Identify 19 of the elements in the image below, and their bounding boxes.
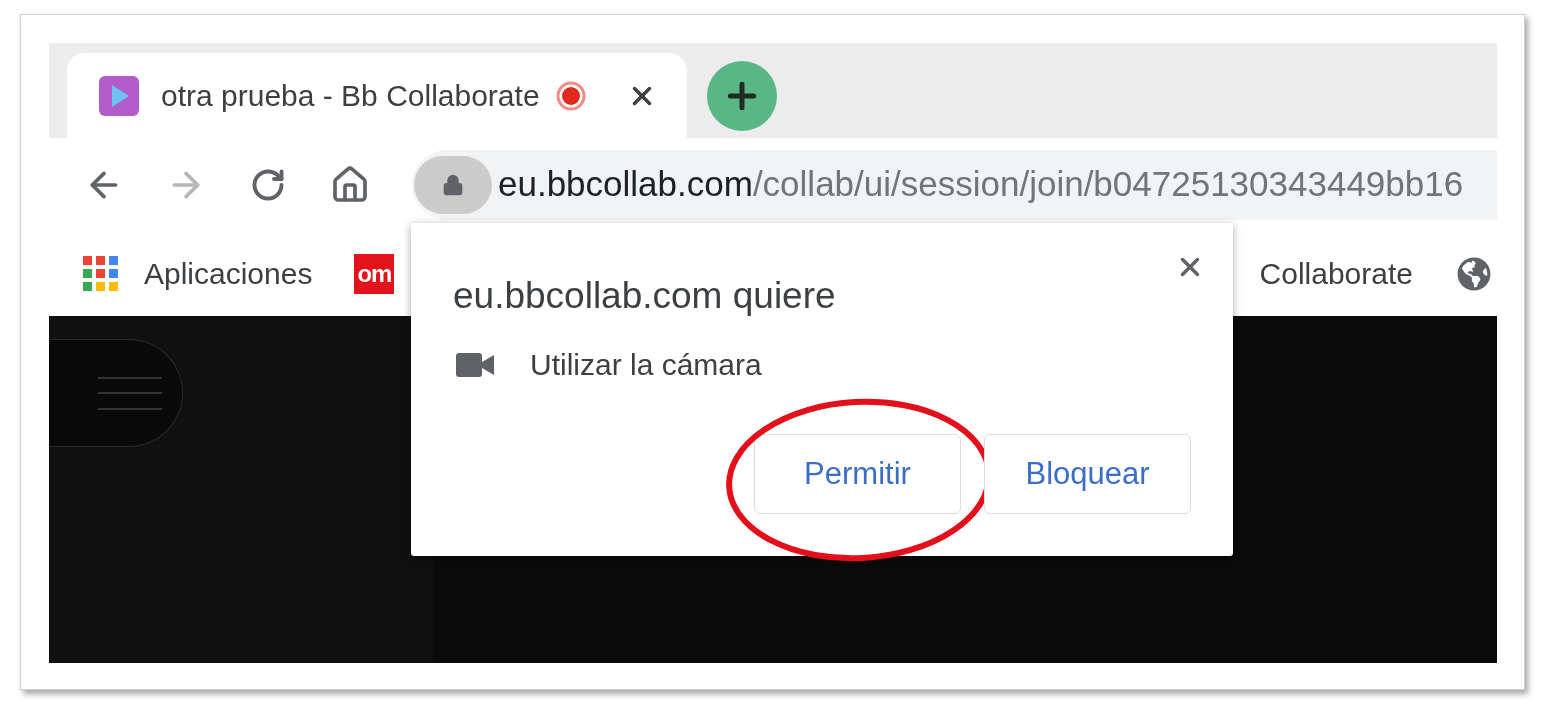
permission-label: Utilizar la cámara bbox=[530, 348, 762, 382]
menu-icon bbox=[98, 376, 162, 410]
dialog-button[interactable]: Bloquear bbox=[984, 434, 1191, 514]
play-favicon-icon bbox=[99, 75, 139, 116]
globe-icon bbox=[1457, 256, 1491, 291]
home-icon bbox=[330, 164, 370, 205]
camera-icon bbox=[456, 353, 494, 377]
dialog-button[interactable]: Permitir bbox=[754, 434, 961, 514]
bookmark-item[interactable]: om bbox=[354, 245, 395, 302]
bookmark-label: Aplicaciones bbox=[144, 256, 313, 292]
browser-tab[interactable]: otra prueba - Bb Collaborate bbox=[67, 53, 687, 138]
url-text: eu.bbcollab.com/collab/ui/session/join/b04725130343449bb16 bbox=[498, 163, 1464, 206]
site-favicon-icon: om bbox=[354, 253, 395, 294]
bookmark-item[interactable]: Collaborate bbox=[1259, 245, 1413, 302]
apps-grid-icon bbox=[83, 255, 119, 292]
address-bar[interactable]: eu.bbcollab.com/collab/ui/session/join/b04725130343449bb16 bbox=[412, 149, 1497, 220]
lock-icon[interactable] bbox=[414, 155, 492, 214]
popup-title: eu.bbcollab.com quiere bbox=[453, 276, 836, 316]
bookmark-item[interactable]: Aplicaciones bbox=[83, 245, 313, 302]
